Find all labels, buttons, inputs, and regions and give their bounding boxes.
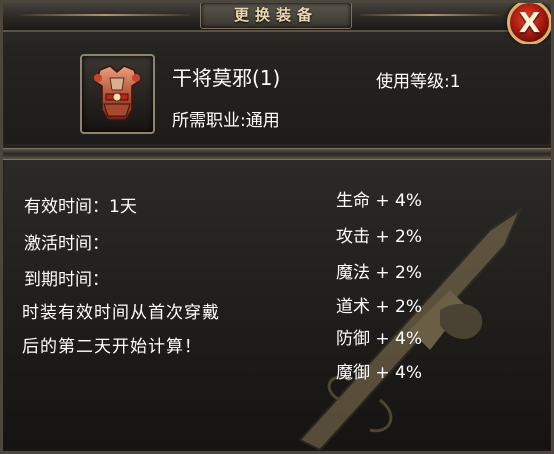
title-ornament-right bbox=[360, 14, 500, 16]
close-icon[interactable]: X bbox=[510, 3, 549, 42]
required-class: 所需职业:通用 bbox=[172, 111, 280, 131]
stat-magic: 魔法 + 2% bbox=[336, 263, 423, 283]
title-ornament-left bbox=[20, 14, 190, 16]
stat-defense: 防御 + 4% bbox=[336, 329, 423, 349]
expires-text: 到期时间： bbox=[24, 270, 109, 290]
item-slot[interactable] bbox=[80, 54, 155, 134]
activated-text: 激活时间： bbox=[24, 234, 109, 254]
title-bar: 更换装备 bbox=[0, 0, 554, 32]
stat-taoism: 道术 + 2% bbox=[336, 297, 423, 317]
item-name: 干将莫邪(1) bbox=[172, 66, 281, 90]
note-line-2: 后的第二天开始计算！ bbox=[22, 337, 202, 357]
required-level: 使用等级:1 bbox=[376, 72, 461, 92]
equipment-dialog: 更换装备 X 干将莫邪(1) 使用等级:1 所需职业:通用 有效时间：1天 激活… bbox=[0, 0, 554, 454]
title-plate: 更换装备 bbox=[200, 2, 352, 29]
stat-magic-defense: 魔御 + 4% bbox=[336, 363, 423, 383]
section-divider bbox=[0, 148, 554, 160]
stat-attack: 攻击 + 2% bbox=[336, 227, 423, 247]
note-line-1: 时装有效时间从首次穿戴 bbox=[22, 303, 220, 323]
dialog-title: 更换装备 bbox=[233, 6, 318, 24]
duration-text: 有效时间：1天 bbox=[24, 197, 137, 217]
close-button[interactable]: X bbox=[507, 0, 552, 45]
stat-hp: 生命 + 4% bbox=[336, 191, 423, 211]
armor-icon bbox=[94, 65, 140, 121]
